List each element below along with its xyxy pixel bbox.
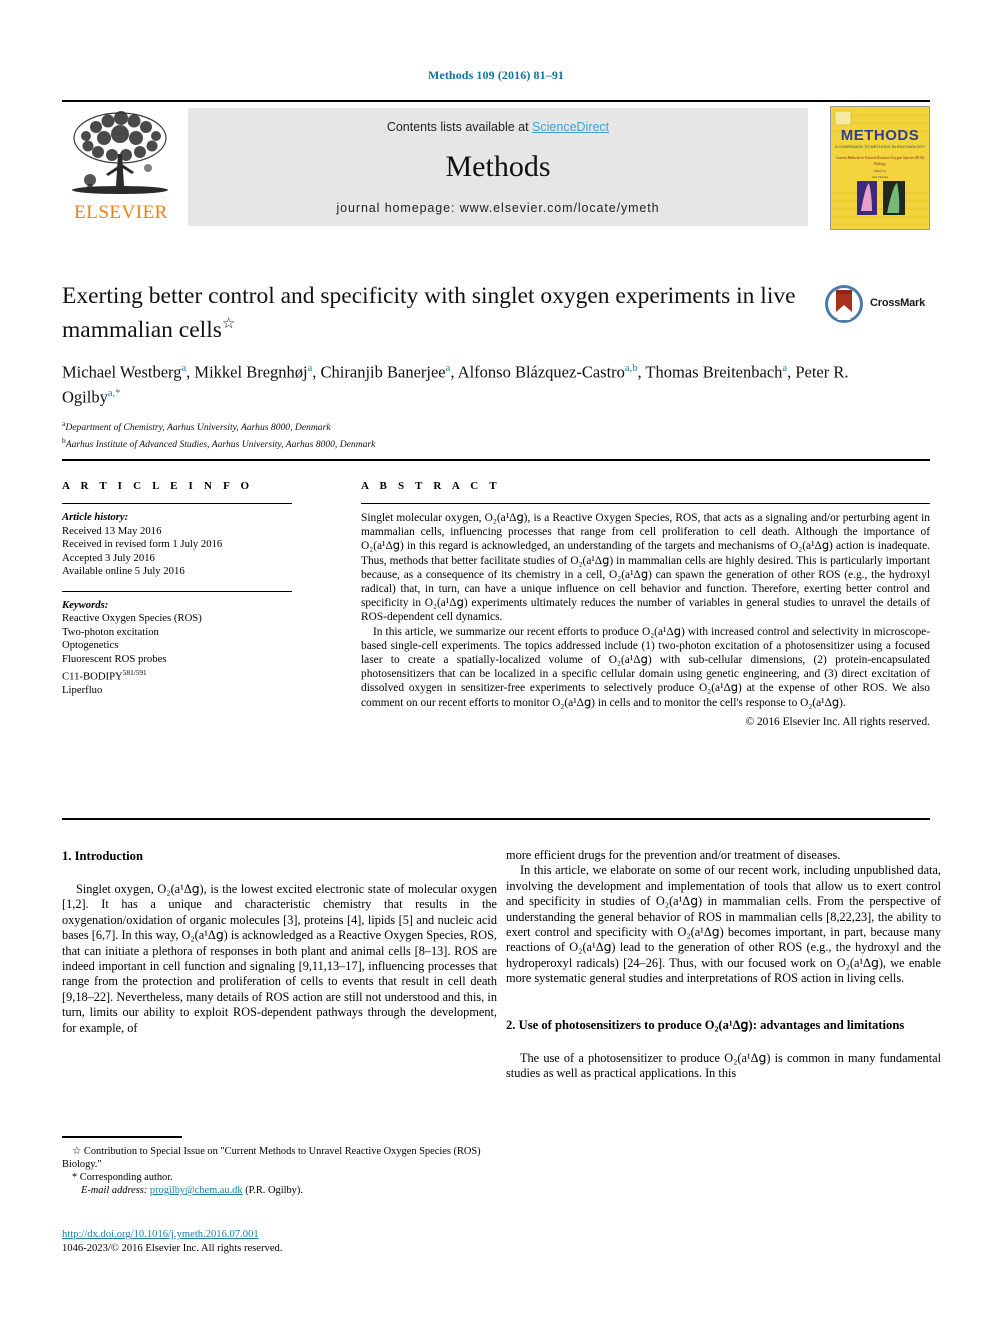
history-item: Received 13 May 2016: [62, 524, 162, 537]
abstract-rule: [361, 503, 930, 504]
affiliation-list: aDepartment of Chemistry, Aarhus Univers…: [62, 418, 930, 451]
keywords-title: Keywords:: [62, 598, 109, 611]
author-affiliation-mark[interactable]: a,*: [108, 388, 121, 399]
history-item: Accepted 3 July 2016: [62, 551, 155, 564]
keyword-bodipy-superscript: 581/591: [122, 668, 147, 677]
issn-copyright-line: 1046-2023/© 2016 Elsevier Inc. All right…: [62, 1242, 283, 1254]
body-column-right: more efficient drugs for the prevention …: [506, 848, 941, 1081]
abstract-paragraph: In this article, we summarize our recent…: [361, 625, 930, 709]
body-paragraph: Singlet oxygen, O₂(a¹Δ𝗀), is the lowest …: [62, 882, 497, 1035]
keyword-item: Two-photon excitation: [62, 625, 159, 638]
journal-homepage[interactable]: journal homepage: www.elsevier.com/locat…: [188, 201, 808, 215]
doi-link[interactable]: http://dx.doi.org/10.1016/j.ymeth.2016.0…: [62, 1229, 259, 1240]
author-affiliation-mark[interactable]: a: [782, 363, 787, 374]
abstract-paragraph: Singlet molecular oxygen, O₂(a¹Δ𝗀), is a…: [361, 512, 930, 624]
body-column-left: 1. Introduction Singlet oxygen, O₂(a¹Δ𝗀)…: [62, 848, 497, 1036]
section-heading-photosensitizers: 2. Use of photosensitizers to produce O₂…: [506, 1017, 905, 1032]
article-info-rule: [62, 503, 292, 504]
body-paragraph: The use of a photosensitizer to produce …: [506, 1050, 941, 1081]
cover-artwork-icon: METHODS A COMPANION TO METHODS IN ENZYMO…: [831, 107, 929, 229]
body-paragraph-continued: more efficient drugs for the prevention …: [506, 848, 841, 862]
author-name: Chiranjib Banerjee: [320, 362, 446, 382]
author-affiliation-mark[interactable]: a: [182, 363, 187, 374]
crossmark-badge-group[interactable]: CrossMark: [824, 284, 930, 326]
body-paragraph: In this article, we elaborate on some of…: [506, 863, 941, 986]
journal-cover-thumbnail[interactable]: METHODS A COMPANION TO METHODS IN ENZYMO…: [830, 106, 930, 230]
keyword-bodipy-text: C11-BODIPY: [62, 670, 123, 683]
article-history-title: Article history:: [62, 511, 129, 523]
email-label: E-mail address:: [81, 1185, 148, 1196]
affiliation-item: bAarhus Institute of Advanced Studies, A…: [62, 435, 930, 452]
keywords-rule: [62, 590, 292, 592]
abstract-heading: A B S T R A C T: [361, 480, 501, 492]
author-list: Michael Westberga, Mikkel Bregnhøja, Chi…: [62, 362, 849, 407]
imprint-block: http://dx.doi.org/10.1016/j.ymeth.2016.0…: [62, 1228, 497, 1255]
affiliation-text: Aarhus Institute of Advanced Studies, Aa…: [65, 438, 376, 450]
affiliation-text: Department of Chemistry, Aarhus Universi…: [65, 422, 331, 434]
keyword-item: Optogenetics: [62, 639, 119, 651]
page-title: Exerting better control and specificity …: [62, 282, 822, 344]
info-top-rule: [62, 459, 930, 461]
abstract-copyright: © 2016 Elsevier Inc. All rights reserved…: [745, 715, 930, 728]
journal-title: Methods: [445, 150, 551, 183]
author-affiliation-mark[interactable]: a,b: [625, 363, 638, 374]
article-history-block: Article history: Received 13 May 2016 Re…: [62, 511, 292, 579]
email-owner: (P.R. Ogilby).: [245, 1185, 303, 1196]
article-title-text: Exerting better control and specificity …: [62, 283, 796, 343]
footnote-special-issue: ☆ Contribution to Special Issue on "Curr…: [62, 1146, 481, 1170]
keyword-item-bodipy: C11-BODIPY581/591: [62, 666, 292, 684]
history-item: Received in revised form 1 July 2016: [62, 538, 223, 550]
journal-banner: Contents lists available at ScienceDirec…: [188, 108, 808, 226]
sciencedirect-link[interactable]: ScienceDirect: [532, 120, 609, 134]
footnote-email-line: E-mail address: progilby@chem.au.dk (P.R…: [62, 1184, 497, 1197]
journal-masthead: ELSEVIER Contents lists available at Sci…: [62, 100, 930, 230]
keyword-item: Liperfluo: [62, 684, 103, 697]
author-name: Alfonso Blázquez-Castro: [457, 362, 625, 382]
svg-text:A COMPANION TO METHODS IN ENZY: A COMPANION TO METHODS IN ENZYMOLOGY: [835, 144, 925, 149]
section-heading-introduction: 1. Introduction: [62, 849, 143, 863]
elsevier-logo: ELSEVIER: [62, 106, 180, 226]
email-link[interactable]: progilby@chem.au.dk: [150, 1185, 243, 1196]
author-affiliation-mark[interactable]: a: [308, 363, 313, 374]
history-item: Available online 5 July 2016: [62, 565, 185, 577]
affiliation-item: aDepartment of Chemistry, Aarhus Univers…: [62, 418, 930, 435]
keyword-item: Reactive Oxygen Species (ROS): [62, 612, 202, 624]
masthead-top-rule: [62, 100, 930, 102]
abstract-column: A B S T R A C T Singlet molecular oxygen…: [361, 480, 930, 729]
svg-text:Current Methods to Unravel Rea: Current Methods to Unravel Reactive Oxyg…: [836, 156, 925, 160]
article-page: Methods 109 (2016) 81–91 ELSEVIER Conten…: [0, 0, 992, 1323]
crossmark-icon: [825, 285, 863, 323]
svg-text:Biology: Biology: [874, 162, 886, 166]
keywords-block: Keywords: Reactive Oxygen Species (ROS) …: [62, 599, 292, 698]
author-name: Mikkel Bregnhøj: [194, 362, 308, 382]
svg-text:METHODS: METHODS: [841, 127, 920, 144]
title-footnote-marker[interactable]: ☆: [222, 316, 235, 332]
elsevier-wordmark: ELSEVIER: [74, 202, 168, 223]
keyword-item: Fluorescent ROS probes: [62, 652, 167, 665]
footnote-corresponding-author: * Corresponding author.: [72, 1172, 173, 1183]
author-affiliation-mark[interactable]: a: [446, 363, 451, 374]
abstract-bottom-rule: [62, 818, 930, 820]
elsevier-tree-icon: [72, 111, 168, 194]
crossmark-label: CrossMark: [870, 297, 926, 309]
contents-available-line: Contents lists available at ScienceDirec…: [188, 120, 808, 134]
svg-text:Edited by: Edited by: [874, 169, 887, 173]
contents-prefix: Contents lists available at: [386, 120, 533, 134]
svg-text:Ana Mendes: Ana Mendes: [872, 175, 889, 179]
footnote-separator-rule: [62, 1136, 182, 1138]
article-info-heading: A R T I C L E I N F O: [62, 480, 254, 492]
author-name: Michael Westberg: [62, 362, 182, 382]
running-head: Methods 109 (2016) 81–91: [427, 68, 565, 82]
title-block: Exerting better control and specificity …: [62, 282, 930, 451]
footnote-block: ☆ Contribution to Special Issue on "Curr…: [62, 1145, 497, 1197]
author-name: Thomas Breitenbach: [645, 362, 783, 382]
abstract-body: Singlet molecular oxygen, O₂(a¹Δ𝗀), is a…: [361, 511, 930, 729]
article-info-column: A R T I C L E I N F O Article history: R…: [62, 480, 292, 698]
